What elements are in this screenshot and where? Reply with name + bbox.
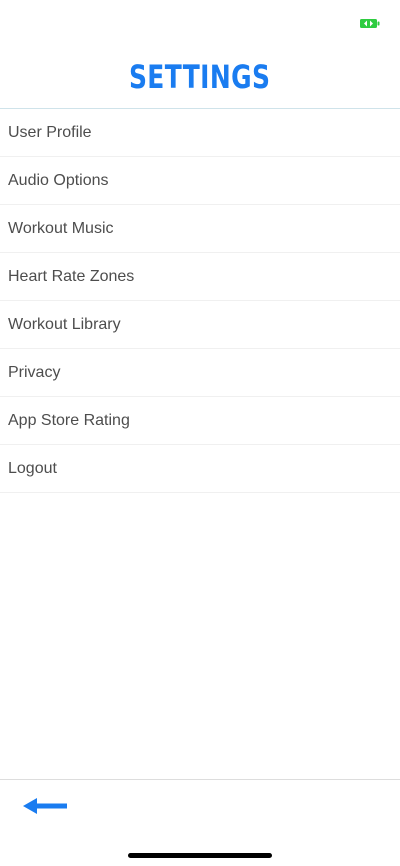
- back-button[interactable]: [18, 790, 74, 822]
- home-indicator: [128, 853, 272, 858]
- status-bar: [0, 0, 400, 44]
- arrow-left-icon: [23, 798, 67, 814]
- settings-list: User Profile Audio Options Workout Music…: [0, 109, 400, 493]
- header: SETTINGS: [0, 48, 400, 106]
- settings-item-audio-options[interactable]: Audio Options: [0, 157, 400, 205]
- settings-item-label: App Store Rating: [8, 411, 130, 429]
- settings-item-user-profile[interactable]: User Profile: [0, 109, 400, 157]
- page-title: SETTINGS: [129, 58, 271, 96]
- settings-item-app-store-rating[interactable]: App Store Rating: [0, 397, 400, 445]
- settings-item-label: Workout Music: [8, 219, 114, 237]
- settings-item-label: Workout Library: [8, 315, 121, 333]
- bottom-divider: [0, 779, 400, 780]
- settings-item-heart-rate-zones[interactable]: Heart Rate Zones: [0, 253, 400, 301]
- settings-item-label: Audio Options: [8, 171, 109, 189]
- settings-item-label: User Profile: [8, 123, 92, 141]
- settings-item-privacy[interactable]: Privacy: [0, 349, 400, 397]
- settings-item-workout-music[interactable]: Workout Music: [0, 205, 400, 253]
- battery-icon: [360, 19, 380, 28]
- settings-item-label: Privacy: [8, 363, 61, 381]
- settings-item-label: Heart Rate Zones: [8, 267, 135, 285]
- settings-item-workout-library[interactable]: Workout Library: [0, 301, 400, 349]
- settings-item-logout[interactable]: Logout: [0, 445, 400, 493]
- settings-item-label: Logout: [8, 459, 57, 477]
